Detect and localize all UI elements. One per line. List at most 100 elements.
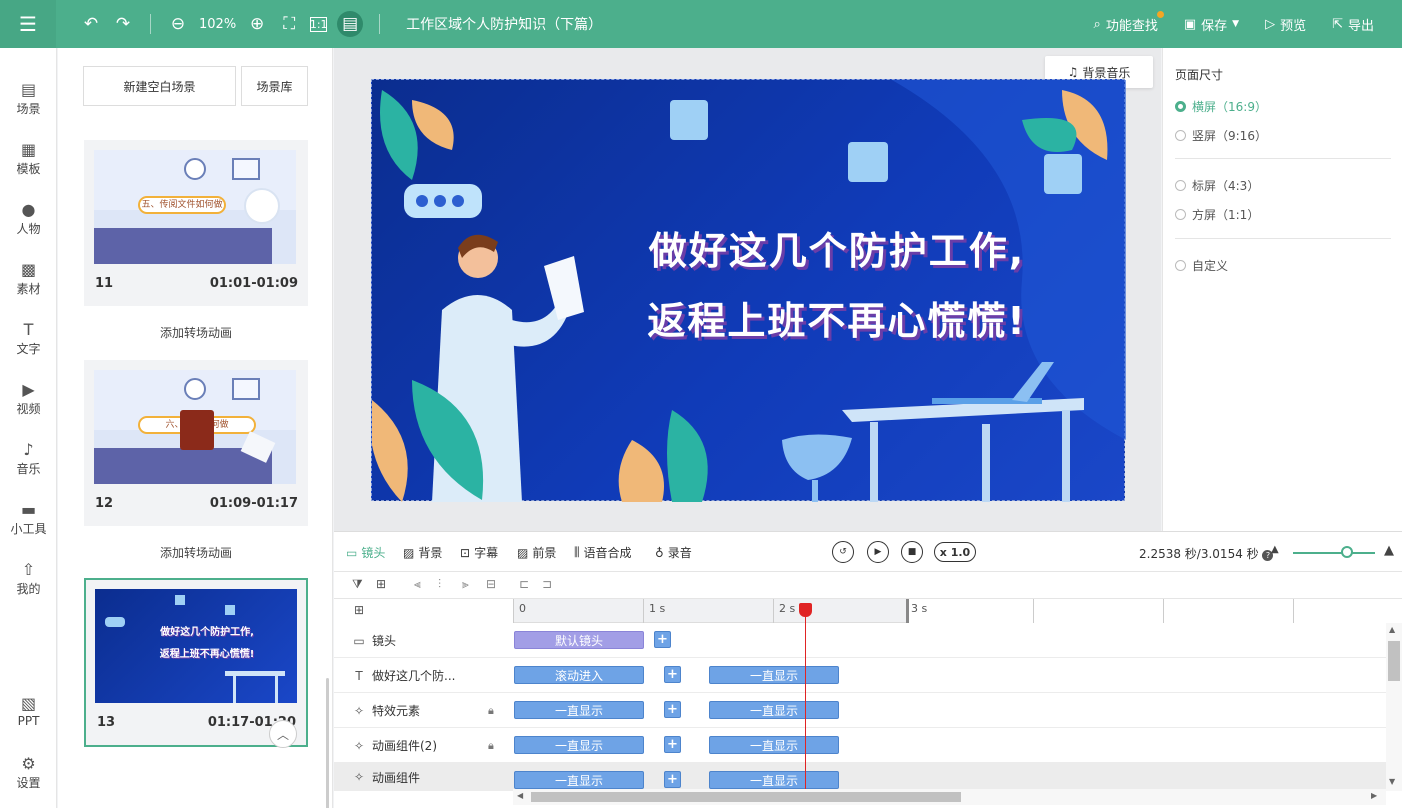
sidebar-item-video[interactable]: ▶ 视频 — [0, 380, 57, 417]
radio-landscape[interactable]: 横屏（16:9） — [1175, 98, 1267, 115]
new-blank-scene-button[interactable]: 新建空白场景 — [83, 66, 236, 106]
sidebar-item-scene[interactable]: ▤ 场景 — [0, 80, 57, 117]
collapse-up-button[interactable]: ︿ — [269, 720, 297, 748]
timeline-vertical-scrollbar[interactable]: ▲ ▼ — [1386, 623, 1402, 791]
playhead-handle[interactable] — [799, 603, 812, 617]
scroll-down-icon[interactable]: ▼ — [1389, 777, 1395, 786]
filter-icon[interactable]: ⧩ — [352, 577, 363, 592]
timeline-zoom-knob[interactable] — [1341, 546, 1353, 558]
radio-custom[interactable]: 自定义 — [1175, 257, 1228, 274]
project-title[interactable]: 工作区域个人防护知识（下篇） — [406, 14, 602, 34]
zoom-small-icon[interactable]: ▲ — [1271, 544, 1279, 555]
replay-icon[interactable]: ↺ — [832, 541, 854, 563]
scroll-thumb[interactable] — [531, 792, 961, 802]
add-clip-button[interactable]: + — [654, 631, 671, 648]
redo-icon[interactable]: ↷ — [112, 13, 134, 35]
clip[interactable]: 默认镜头 — [514, 631, 644, 649]
export-button[interactable]: ⇱ 导出 — [1332, 15, 1374, 34]
lock-icon[interactable]: 🔒︎ — [488, 739, 494, 753]
track-label[interactable]: T 做好这几个防... — [352, 658, 455, 693]
tab-recording[interactable]: ♁ 录音 — [655, 544, 692, 561]
scene-card[interactable]: 六、电话如何做 12 01:09-01:17 — [84, 360, 308, 526]
track-row: T 做好这几个防... 滚动进入 + 一直显示 — [334, 658, 1386, 693]
ruler-icon[interactable]: ▤ — [337, 11, 364, 37]
menu-icon[interactable]: ☰ — [0, 0, 56, 48]
zoom-out-icon[interactable]: ⊖ — [167, 13, 189, 35]
text-icon: T — [23, 320, 34, 339]
scroll-left-icon[interactable]: ◀ — [517, 791, 523, 800]
timeline-horizontal-scrollbar[interactable]: ◀ ▶ — [513, 789, 1386, 805]
play-icon[interactable]: ▶ — [867, 541, 889, 563]
track-label[interactable]: ▭ 镜头 — [352, 623, 396, 658]
ruler-tick: 1 s — [643, 599, 665, 623]
align-center-icon[interactable]: ⫶ — [438, 577, 441, 592]
tab-foreground[interactable]: ▨ 前景 — [517, 544, 556, 561]
add-transition-link[interactable]: 添加转场动画 — [84, 544, 308, 561]
undo-icon[interactable]: ↶ — [80, 13, 102, 35]
clip[interactable]: 一直显示 — [709, 701, 839, 719]
clip[interactable]: 一直显示 — [709, 771, 839, 789]
save-icon: ▣ — [1183, 16, 1197, 32]
sidebar-item-tools[interactable]: ▬ 小工具 — [0, 500, 57, 537]
scroll-thumb[interactable] — [1388, 641, 1400, 681]
timeline-zoom-slider[interactable] — [1293, 552, 1375, 554]
clip[interactable]: 一直显示 — [514, 736, 644, 754]
tab-camera[interactable]: ▭ 镜头 — [346, 544, 385, 561]
tab-background[interactable]: ▨ 背景 — [403, 544, 442, 561]
zoom-in-icon[interactable]: ⊕ — [246, 13, 268, 35]
track-row: ▭ 镜头 默认镜头 + — [334, 623, 1386, 658]
save-button[interactable]: ▣ 保存 ▼ — [1184, 15, 1239, 34]
scene-library-button[interactable]: 场景库 — [241, 66, 308, 106]
clip[interactable]: 一直显示 — [709, 736, 839, 754]
slide-title-line1[interactable]: 做好这几个防护工作, — [627, 220, 1047, 275]
align-left-icon[interactable]: ⫷ — [414, 577, 421, 592]
sidebar-item-text[interactable]: T 文字 — [0, 320, 57, 357]
preview-button[interactable]: ▷ 预览 — [1265, 15, 1306, 34]
add-clip-button[interactable]: + — [664, 666, 681, 683]
clip[interactable]: 一直显示 — [514, 771, 644, 789]
lock-icon[interactable]: 🔒︎ — [488, 704, 494, 718]
scroll-up-icon[interactable]: ▲ — [1389, 625, 1395, 634]
arrange-icon[interactable]: ⊏ — [519, 577, 529, 591]
sidebar-item-material[interactable]: ▩ 素材 — [0, 260, 57, 297]
scene-scrollbar[interactable] — [326, 678, 329, 808]
actual-size-icon[interactable]: 1:1 — [310, 16, 328, 32]
track-label[interactable]: ✧ 特效元素 — [352, 693, 420, 728]
playback-speed[interactable]: x 1.0 — [934, 542, 976, 562]
track-label[interactable]: ✧ 动画组件 — [352, 763, 420, 791]
clip[interactable]: 一直显示 — [709, 666, 839, 684]
sidebar-item-person[interactable]: ● 人物 — [0, 200, 57, 237]
slide-title-line2[interactable]: 返程上班不再心慌慌! — [627, 290, 1047, 345]
add-clip-button[interactable]: + — [664, 701, 681, 718]
tab-subtitle[interactable]: ⊡ 字幕 — [460, 544, 498, 561]
text-box-icon: T — [355, 668, 363, 683]
add-transition-link[interactable]: 添加转场动画 — [84, 324, 308, 341]
feature-search-button[interactable]: ⌕ 功能查找 — [1094, 10, 1164, 34]
tab-speech-synthesis[interactable]: ⫼ 语音合成 — [574, 544, 632, 561]
sidebar-item-mine[interactable]: ⇧ 我的 — [0, 560, 57, 597]
add-clip-button[interactable]: + — [664, 736, 681, 753]
radio-portrait[interactable]: 竖屏（9:16） — [1175, 127, 1267, 144]
sidebar-item-template[interactable]: ▦ 模板 — [0, 140, 57, 177]
fullscreen-icon[interactable]: ⛶ — [278, 13, 300, 35]
scroll-right-icon[interactable]: ▶ — [1371, 791, 1377, 800]
add-clip-button[interactable]: + — [664, 771, 681, 788]
sidebar-item-ppt[interactable]: ▧ PPT — [0, 694, 57, 728]
align-right-icon[interactable]: ⫸ — [462, 577, 469, 592]
scene-card[interactable]: 五、传阅文件如何做 11 01:01-01:09 — [84, 140, 308, 306]
distribute-icon[interactable]: ⊟ — [486, 577, 496, 591]
sidebar-item-music[interactable]: ♪ 音乐 — [0, 440, 57, 477]
track-label[interactable]: ✧ 动画组件(2) — [352, 728, 437, 763]
stop-icon[interactable]: ■ — [901, 541, 923, 563]
arrange-2-icon[interactable]: ⊐ — [542, 577, 552, 591]
clip[interactable]: 滚动进入 — [514, 666, 644, 684]
slide-canvas[interactable]: 做好这几个防护工作, 返程上班不再心慌慌! — [371, 79, 1126, 502]
zoom-large-icon[interactable]: ▲ — [1384, 543, 1394, 558]
clip[interactable]: 一直显示 — [514, 701, 644, 719]
divider — [1175, 238, 1391, 239]
sidebar-item-settings[interactable]: ⚙ 设置 — [0, 754, 57, 791]
radio-square[interactable]: 方屏（1:1） — [1175, 206, 1259, 223]
group-icon[interactable]: ⊞ — [376, 577, 386, 591]
radio-standard[interactable]: 标屏（4:3） — [1175, 177, 1259, 194]
layers-icon[interactable]: ⊞ — [354, 603, 364, 617]
